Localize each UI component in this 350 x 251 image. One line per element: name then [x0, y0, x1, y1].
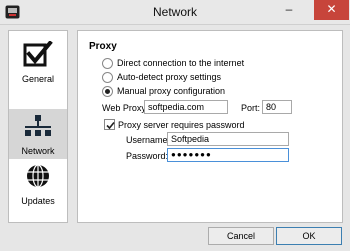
nav-item-updates[interactable]: Updates — [9, 159, 67, 209]
radio-label: Auto-detect proxy settings — [117, 72, 222, 82]
nav-label-updates: Updates — [21, 196, 55, 206]
port-label: Port: — [241, 103, 261, 113]
cancel-button[interactable]: Cancel — [208, 227, 274, 245]
nav-label-general: General — [21, 74, 55, 84]
web-proxy-input[interactable]: softpedia.com — [144, 100, 228, 114]
radio-label: Manual proxy configuration — [117, 86, 226, 96]
radio-button[interactable] — [102, 58, 113, 69]
proxy-settings-panel: Proxy Direct connection to the internet … — [77, 30, 343, 223]
port-input[interactable]: 80 — [262, 100, 292, 114]
section-title: Proxy — [89, 41, 117, 52]
password-label: Password: — [126, 151, 169, 161]
nav-item-network[interactable]: Network — [9, 109, 67, 159]
close-button[interactable]: ✕ — [314, 0, 349, 20]
username-input[interactable]: Softpedia — [167, 132, 289, 146]
ok-button[interactable]: OK — [276, 227, 342, 245]
requires-password-checkbox[interactable] — [104, 119, 115, 130]
nav-label-network: Network — [21, 146, 55, 156]
minimize-button[interactable]: – — [276, 0, 302, 20]
username-label: Username: — [126, 135, 171, 145]
settings-nav: General Network Updates — [8, 30, 68, 223]
radio-button[interactable] — [102, 72, 113, 83]
checkmark-icon — [106, 121, 115, 130]
dialog-footer: Cancel OK — [0, 225, 350, 251]
title-bar: Network – ✕ — [0, 0, 350, 25]
nav-item-general[interactable]: General — [9, 37, 67, 87]
web-proxy-label: Web Proxy: — [102, 103, 149, 113]
network-icon — [25, 115, 51, 136]
radio-label: Direct connection to the internet — [117, 58, 245, 68]
radio-button[interactable] — [102, 86, 113, 97]
password-input[interactable]: ●●●●●●● — [167, 148, 289, 162]
requires-password-label: Proxy server requires password — [118, 120, 245, 130]
globe-icon — [27, 164, 49, 188]
checkbox-icon — [23, 41, 53, 67]
